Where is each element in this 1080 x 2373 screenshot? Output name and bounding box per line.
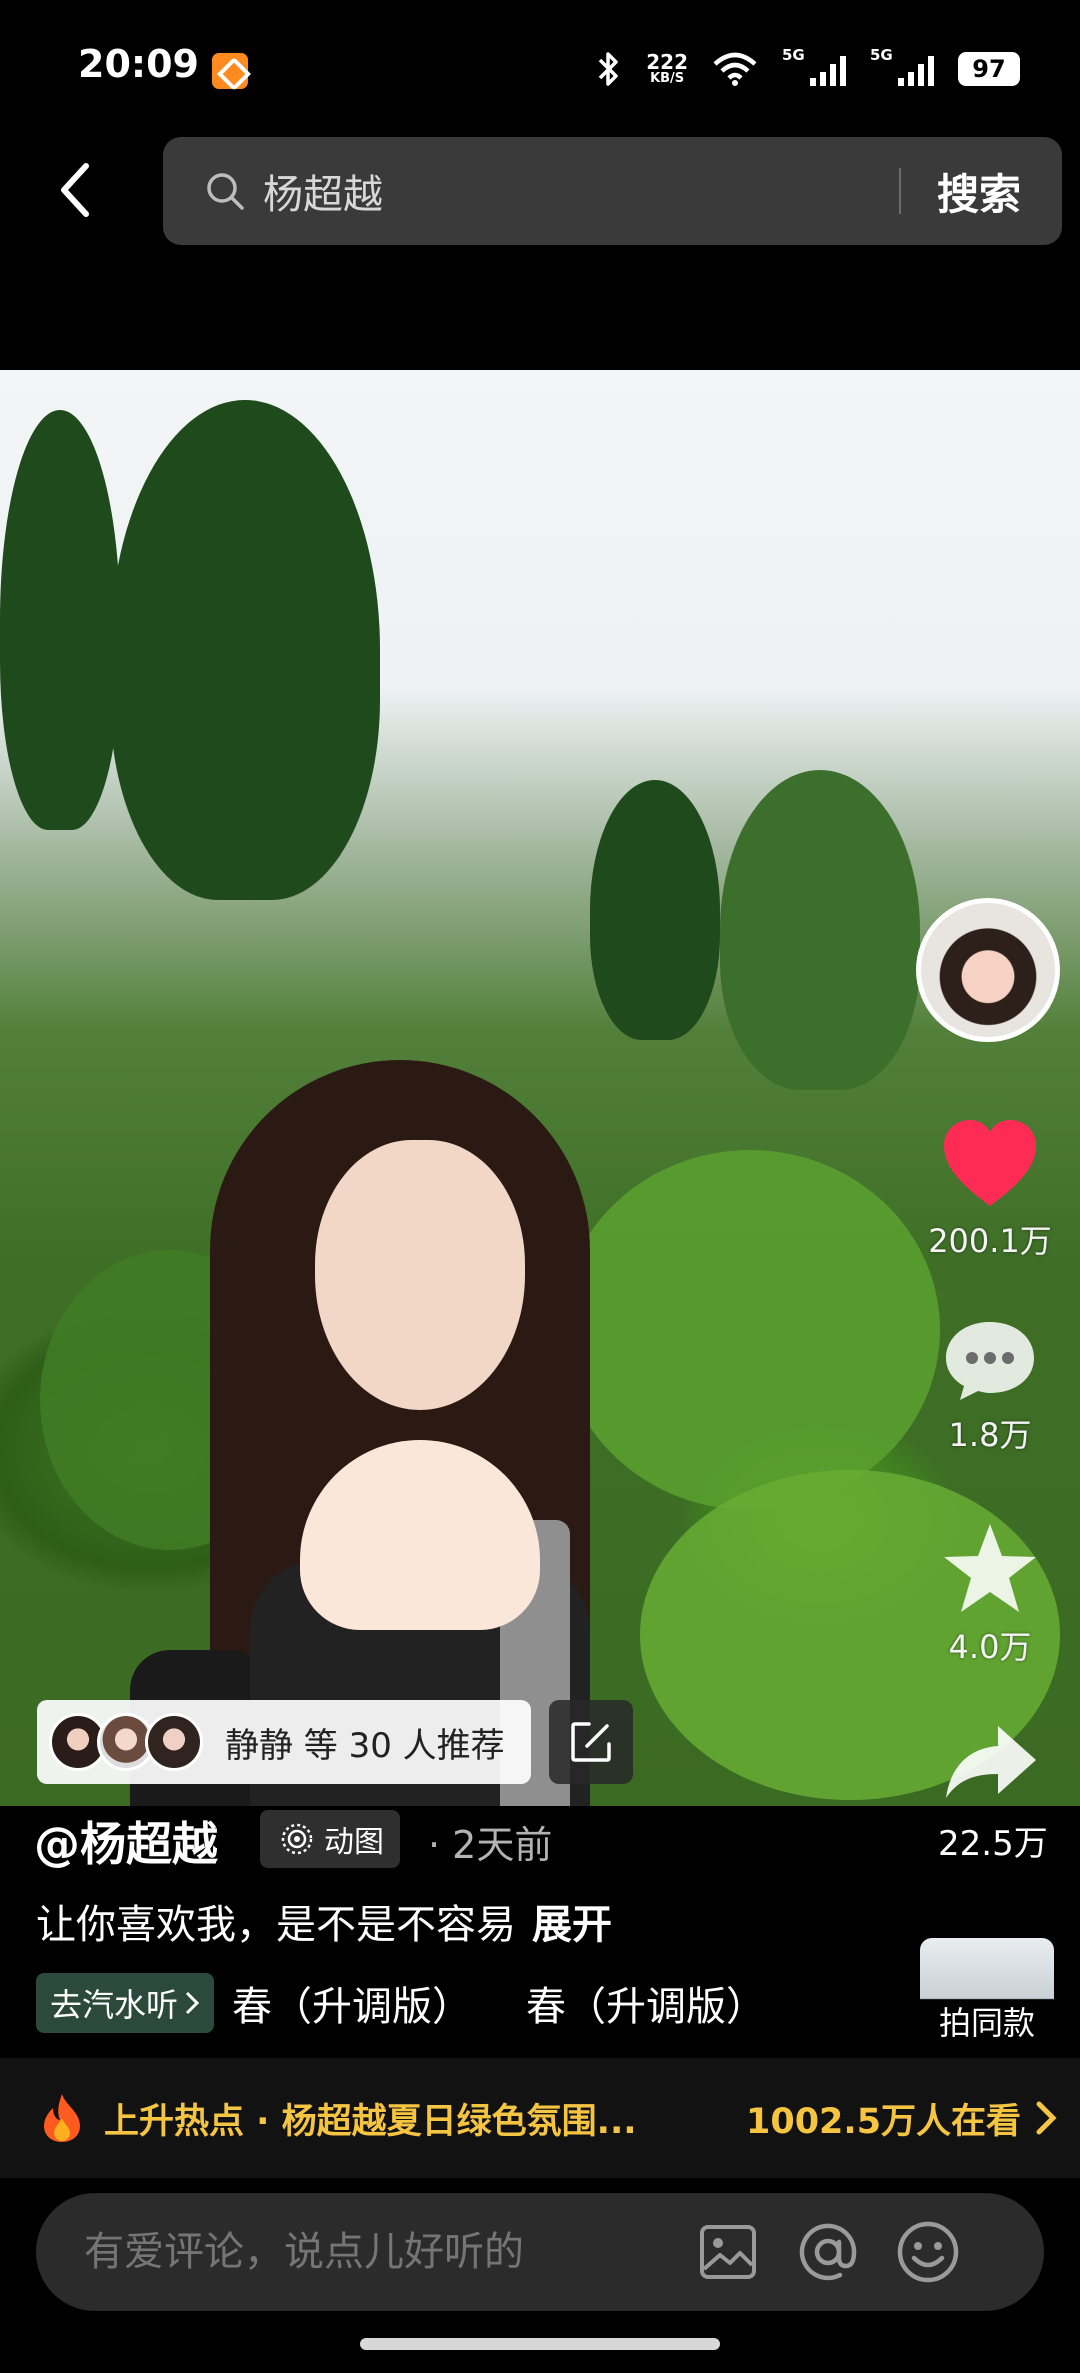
search-button[interactable]: 搜索 xyxy=(937,161,1021,222)
favorite-action[interactable]: 4.0万 xyxy=(920,1520,1060,1668)
chevron-right-icon xyxy=(185,1991,200,2015)
recommend-text: 静静 等 30 人推荐 xyxy=(225,1725,505,1766)
comment-bubble-icon xyxy=(946,1322,1034,1400)
type-badge: 动图 xyxy=(260,1810,400,1868)
photo-subject-face xyxy=(315,1140,525,1410)
music-title[interactable]: 春（升调版） xyxy=(232,1974,472,2032)
search-input[interactable] xyxy=(263,161,873,221)
signal-icon-sim2: 5G xyxy=(870,46,934,86)
comment-bar xyxy=(36,2193,1044,2311)
type-label: 动图 xyxy=(324,1825,384,1860)
like-action[interactable]: 200.1万 xyxy=(920,1118,1060,1262)
home-indicator[interactable] xyxy=(360,2338,720,2350)
hot-topic-views: 1002.5万人在看 xyxy=(746,2101,1022,2142)
post-caption: 让你喜欢我，是不是不容易 展开 xyxy=(36,1892,612,1950)
music-title-scroll[interactable]: 春（升调版） xyxy=(526,1974,766,2032)
sim2-label: 5G xyxy=(870,46,893,64)
hot-topic-bar[interactable]: 上升热点 · 杨超越夏日绿色氛围... 1002.5万人在看 xyxy=(0,2058,1080,2178)
edit-button[interactable] xyxy=(549,1700,633,1784)
caption-text: 让你喜欢我，是不是不容易 xyxy=(36,1902,516,1948)
status-bar: 20:09 222 KB/S 5G 5G 97 xyxy=(0,0,1080,130)
net-speed-unit: KB/S xyxy=(650,71,685,86)
author-handle[interactable]: @杨超越 xyxy=(34,1808,218,1874)
hot-topic-text: 上升热点 · 杨超越夏日绿色氛围... xyxy=(104,2101,637,2142)
recommender-avatars xyxy=(49,1713,203,1771)
comment-action[interactable]: 1.8万 xyxy=(920,1318,1060,1456)
live-photo-icon xyxy=(281,1823,313,1855)
wifi-icon xyxy=(713,52,757,86)
back-button[interactable] xyxy=(44,150,104,230)
back-arrow-icon xyxy=(61,163,89,217)
share-count: 22.5万 xyxy=(938,1824,1048,1864)
net-speed: 222 KB/S xyxy=(646,52,688,86)
edit-icon xyxy=(571,1722,611,1762)
same-style-label: 拍同款 xyxy=(938,2004,1035,2042)
qishui-listen-button[interactable]: 去汽水听 xyxy=(36,1973,215,2033)
status-time: 20:09 xyxy=(78,42,199,86)
status-indicators: 222 KB/S 5G 5G 97 xyxy=(596,44,1020,94)
qishui-listen-label: 去汽水听 xyxy=(50,1986,179,2024)
search-box: 搜索 xyxy=(163,137,1062,245)
recommend-bar[interactable]: 静静 等 30 人推荐 xyxy=(37,1700,531,1784)
same-style-button[interactable]: 拍同款 xyxy=(920,1938,1054,2048)
comment-input[interactable] xyxy=(84,2229,644,2275)
sim1-label: 5G xyxy=(782,46,805,64)
emoji-icon[interactable] xyxy=(896,2220,960,2284)
author-avatar[interactable] xyxy=(916,898,1060,1042)
flame-icon xyxy=(44,2094,80,2142)
share-arrow-icon xyxy=(946,1726,1036,1798)
like-count: 200.1万 xyxy=(928,1222,1052,1260)
star-icon xyxy=(944,1524,1036,1612)
post-time: · 2天前 xyxy=(428,1823,553,1867)
battery-icon: 97 xyxy=(958,52,1020,86)
post-media-image[interactable] xyxy=(0,370,1080,1806)
comment-count: 1.8万 xyxy=(948,1416,1032,1454)
favorite-count: 4.0万 xyxy=(948,1628,1032,1666)
share-action[interactable] xyxy=(920,1722,1060,1802)
mention-icon[interactable] xyxy=(796,2220,860,2284)
image-icon[interactable] xyxy=(696,2220,760,2284)
bluetooth-icon xyxy=(599,52,618,86)
signal-icon-sim1: 5G xyxy=(782,46,846,86)
app-notification-icon xyxy=(212,53,248,89)
search-divider xyxy=(899,168,901,214)
heart-icon xyxy=(944,1120,1036,1206)
avatar xyxy=(145,1713,203,1771)
music-row: 去汽水听 春（升调版） 春（升调版） xyxy=(36,1970,766,2036)
chevron-right-icon xyxy=(1036,2101,1057,2135)
expand-link[interactable]: 展开 xyxy=(532,1902,612,1948)
search-icon xyxy=(207,173,244,210)
